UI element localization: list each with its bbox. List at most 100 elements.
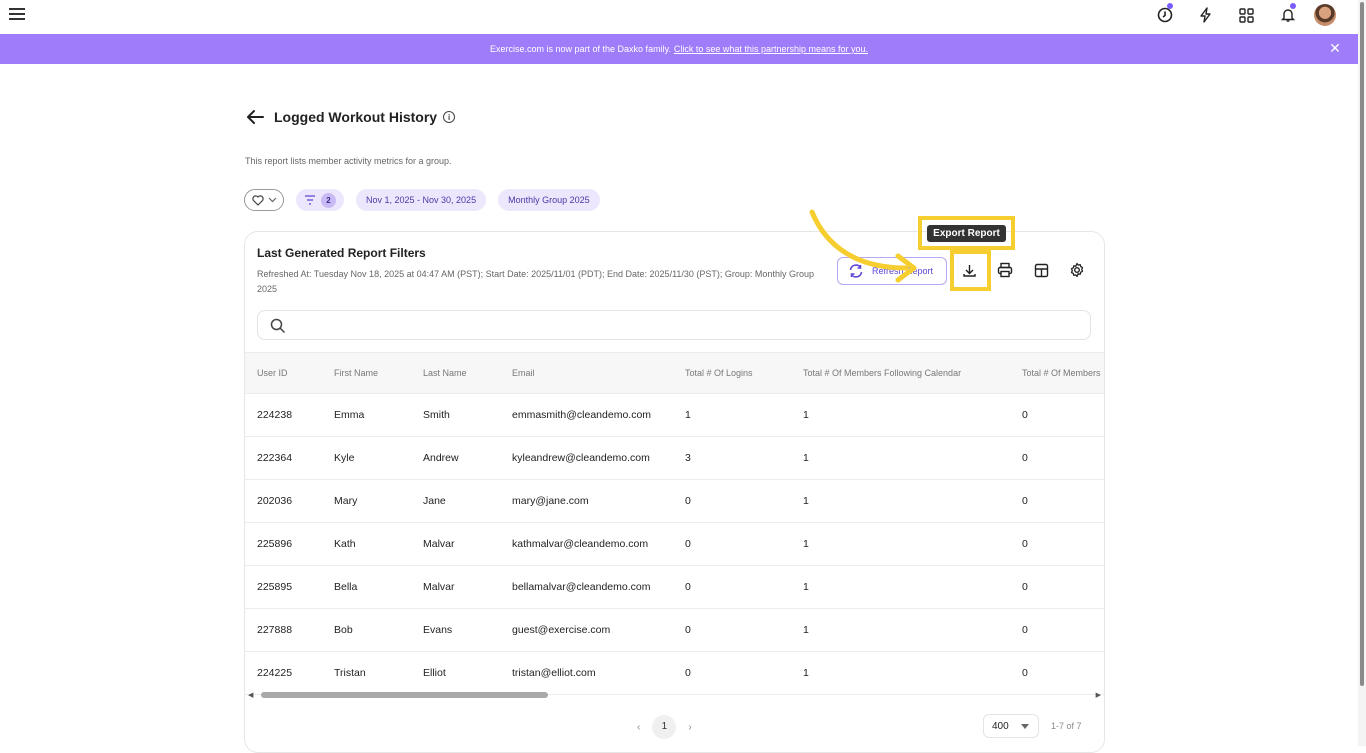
table-cell: Malvar [423,581,455,593]
top-bar [0,0,1358,34]
clock-icon[interactable] [1144,0,1185,30]
columns-button[interactable] [1031,260,1051,280]
filter-bar: 2 Nov 1, 2025 - Nov 30, 2025 Monthly Gro… [244,189,600,211]
card-title: Last Generated Report Filters [257,246,426,260]
filter-count-badge: 2 [321,192,336,208]
column-header[interactable]: Total # Of Members [1022,368,1104,378]
lightning-icon[interactable] [1185,0,1226,30]
table-cell: Bob [334,624,353,636]
table-cell: 0 [685,538,691,550]
table-header: User ID First Name Last Name Email Total… [245,352,1104,394]
table-row[interactable]: 225896 Kath Malvar kathmalvar@cleandemo.com… [245,523,1104,566]
table-cell: kathmalvar@cleandemo.com [512,538,649,550]
scroll-left-icon[interactable]: ◀ [248,691,253,699]
export-report-tooltip: Export Report [918,216,1015,250]
announcement-banner: Exercise.com is now part of the Daxko fa… [0,34,1358,64]
table-row[interactable]: 224225 Tristan Elliot tristan@elliot.com 0 1 0 [245,652,1104,695]
search-icon [270,318,286,334]
per-page-value: 400 [992,720,1009,732]
filter-icon [305,195,315,205]
table-cell: tristan@elliot.com [512,667,596,679]
next-page-icon[interactable]: › [688,722,691,733]
report-card: Last Generated Report Filters Refreshed … [244,231,1105,753]
apps-grid-icon[interactable] [1226,0,1267,30]
page-header: Logged Workout History i [245,108,456,126]
favorite-dropdown[interactable] [244,189,284,211]
column-header[interactable]: Total # Of Logins [685,368,803,378]
table-cell: Evans [423,624,453,636]
table-cell: guest@exercise.com [512,624,611,636]
hamburger-icon[interactable] [9,6,25,22]
bell-icon[interactable] [1267,0,1308,30]
group-chip[interactable]: Monthly Group 2025 [498,189,600,211]
table-cell: Jane [423,495,446,507]
filter-button[interactable]: 2 [296,189,344,211]
page-title: Logged Workout History [274,109,438,125]
prev-page-icon[interactable]: ‹ [637,722,640,733]
date-range-chip[interactable]: Nov 1, 2025 - Nov 30, 2025 [356,189,487,211]
horizontal-scrollbar[interactable]: ◀ ▶ [248,691,1101,699]
table-row[interactable]: 222364 Kyle Andrew kyleandrew@cleandemo.com… [245,437,1104,480]
notification-dot [1167,3,1173,9]
table-icon [1034,263,1048,277]
info-icon[interactable]: i [443,111,456,123]
table-row[interactable]: 224238 Emma Smith emmasmith@cleandemo.com 1 1… [245,394,1104,437]
print-button[interactable] [995,260,1015,280]
top-icons [1144,0,1336,30]
gear-icon [1070,262,1084,278]
avatar[interactable] [1314,4,1336,26]
table-row[interactable]: 202036 Mary Jane mary@jane.com 0 1 0 [245,480,1104,523]
table-cell: Andrew [423,452,459,464]
chevron-down-icon [1020,723,1029,729]
table-cell: 0 [685,581,691,593]
table-cell: 225895 [257,581,293,593]
table-cell: 227888 [257,624,293,636]
report-table: User ID First Name Last Name Email Total… [245,352,1104,695]
search-input[interactable] [257,310,1091,340]
table-cell: 1 [803,581,809,593]
close-icon[interactable]: ✕ [1328,41,1342,55]
table-cell: 0 [1022,495,1028,507]
pagination: ‹ 1 › [637,715,692,739]
scrollbar-thumb[interactable] [1360,2,1364,686]
table-body: 224238 Emma Smith emmasmith@cleandemo.com 1 1… [245,394,1104,695]
table-cell: 1 [685,409,691,421]
table-cell: 1 [803,624,809,636]
back-arrow-icon[interactable] [245,108,265,126]
column-header[interactable]: Total # Of Members Following Calendar [803,368,1022,378]
vertical-scrollbar[interactable] [1358,0,1366,746]
table-cell: Tristan [334,667,366,679]
table-cell: 1 [803,538,809,550]
card-subtitle: Refreshed At: Tuesday Nov 18, 2025 at 04… [257,269,814,294]
settings-button[interactable] [1067,260,1087,280]
table-row[interactable]: 225895 Bella Malvar bellamalvar@cleandemo.c… [245,566,1104,609]
per-page-select[interactable]: 400 [983,714,1039,738]
table-cell: Kath [334,538,356,550]
column-header[interactable]: User ID [245,368,334,378]
banner-link[interactable]: Click to see what this partnership means… [674,44,868,54]
table-cell: 1 [803,452,809,464]
column-header[interactable]: Email [512,368,685,378]
table-cell: Kyle [334,452,355,464]
table-cell: 224225 [257,667,293,679]
tooltip-text: Export Report [927,224,1006,242]
table-cell: 0 [1022,409,1028,421]
current-page[interactable]: 1 [652,715,677,739]
scroll-right-icon[interactable]: ▶ [1096,691,1101,699]
scrollbar-thumb[interactable] [261,692,548,698]
table-cell: 224238 [257,409,293,421]
table-cell: 1 [803,667,809,679]
column-header[interactable]: Last Name [423,368,512,378]
table-row[interactable]: 227888 Bob Evans guest@exercise.com 0 1 0 [245,609,1104,652]
table-cell: emmasmith@cleandemo.com [512,409,652,421]
column-header[interactable]: First Name [334,368,423,378]
table-cell: 1 [803,409,809,421]
page-description: This report lists member activity metric… [245,156,452,166]
table-cell: Smith [423,409,450,421]
table-cell: 0 [1022,581,1028,593]
table-cell: 0 [685,624,691,636]
table-cell: 225896 [257,538,293,550]
banner-text: Exercise.com is now part of the Daxko fa… [490,44,671,54]
notification-dot [1290,3,1296,9]
table-cell: 0 [1022,452,1028,464]
